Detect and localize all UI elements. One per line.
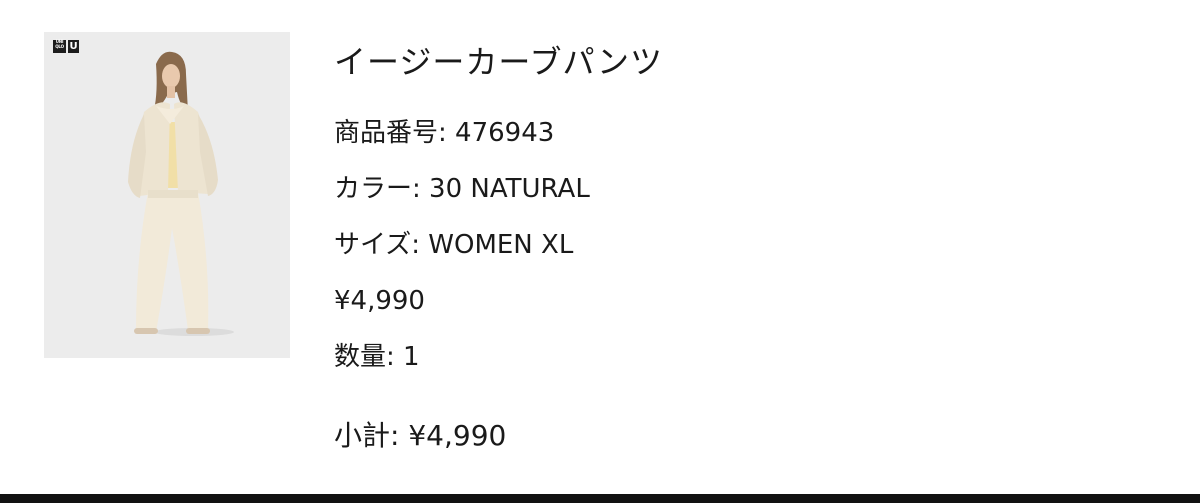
subtotal-label: 小計 [334, 419, 408, 452]
quantity-value: 1 [403, 342, 420, 372]
unit-price: ¥4,990 [334, 286, 425, 316]
line-logo-mark: U [68, 40, 79, 53]
product-image[interactable]: UNI QLO U [44, 32, 290, 358]
color-label: カラー [334, 174, 429, 204]
brand-logo: UNI QLO U [53, 39, 79, 53]
size-label: サイズ [334, 230, 428, 260]
subtotal-value: ¥4,990 [408, 419, 507, 452]
divider [0, 494, 1200, 503]
quantity-row: 数量1 [334, 339, 420, 375]
product-code-value: 476943 [455, 118, 555, 148]
product-name[interactable]: イージーカーブパンツ [334, 40, 663, 84]
color-row: カラー30 NATURAL [334, 171, 590, 207]
size-value: WOMEN XL [428, 230, 574, 260]
quantity-label: 数量 [334, 342, 403, 372]
size-row: サイズWOMEN XL [334, 227, 573, 263]
order-item-card: UNI QLO U イージーカーブパンツ 商品番号476943 カラー30 NA… [0, 0, 1200, 503]
color-value: 30 NATURAL [429, 174, 590, 204]
product-code-label: 商品番号 [334, 118, 455, 148]
subtotal-row: 小計¥4,990 [334, 418, 506, 454]
product-code-row: 商品番号476943 [334, 115, 554, 151]
brand-logo-mark: UNI QLO [53, 39, 66, 53]
product-photo [44, 32, 290, 358]
